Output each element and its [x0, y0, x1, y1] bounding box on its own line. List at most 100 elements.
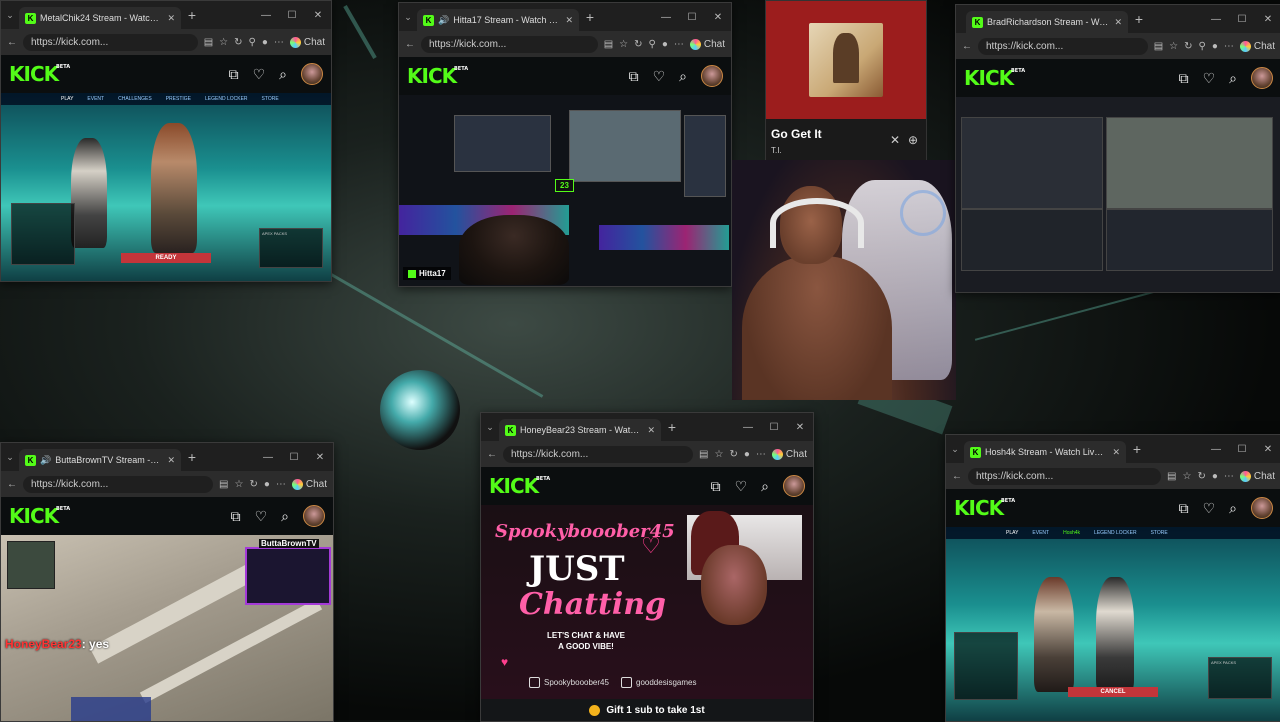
theater-icon[interactable]: ⧉: [1179, 70, 1189, 87]
pin-icon[interactable]: ⊕: [908, 133, 918, 147]
star-icon[interactable]: ☆: [1169, 41, 1178, 52]
chat-button[interactable]: Chat: [771, 448, 807, 460]
tab-search-icon[interactable]: ⌄: [481, 422, 499, 433]
search-icon[interactable]: ⌕: [281, 508, 289, 525]
minimize-button[interactable]: —: [253, 10, 279, 21]
back-icon[interactable]: ←: [487, 449, 497, 460]
star-icon[interactable]: ☆: [619, 39, 628, 50]
more-icon[interactable]: ⋯: [1224, 471, 1234, 482]
close-icon[interactable]: ✕: [167, 455, 175, 466]
more-icon[interactable]: ⋯: [1224, 41, 1234, 52]
theater-icon[interactable]: ⧉: [629, 68, 639, 85]
chat-button[interactable]: Chat: [291, 478, 327, 490]
profile-icon[interactable]: ●: [262, 37, 268, 48]
more-icon[interactable]: ⋯: [276, 479, 286, 490]
avatar[interactable]: [303, 505, 325, 527]
window-close-button[interactable]: ✕: [1255, 444, 1280, 455]
profile-icon[interactable]: ●: [1212, 471, 1218, 482]
search-icon[interactable]: ⌕: [1229, 70, 1237, 87]
extensions-icon[interactable]: ⚲: [649, 39, 656, 50]
cancel-button[interactable]: CANCEL: [1068, 687, 1158, 697]
refresh-icon[interactable]: ↻: [634, 39, 642, 50]
minimize-button[interactable]: —: [735, 422, 761, 433]
kick-logo[interactable]: KICK BETA: [407, 64, 468, 88]
speaker-icon[interactable]: 🔊: [438, 15, 449, 26]
browser-window-hosh4k[interactable]: ⌄ K Hosh4k Stream - Watch Live on Kick ✕…: [945, 434, 1280, 722]
back-icon[interactable]: ←: [7, 37, 17, 48]
reader-icon[interactable]: ▤: [604, 39, 613, 50]
reader-icon[interactable]: ▤: [1154, 41, 1163, 52]
more-icon[interactable]: ⋯: [756, 449, 766, 460]
star-icon[interactable]: ☆: [1182, 471, 1191, 482]
kick-logo[interactable]: KICK BETA: [9, 62, 70, 86]
new-tab-button[interactable]: +: [661, 419, 683, 435]
maximize-button[interactable]: ☐: [279, 10, 305, 21]
more-icon[interactable]: ⋯: [274, 37, 284, 48]
heart-icon[interactable]: ♡: [255, 508, 268, 525]
gift-sub-banner[interactable]: Gift 1 sub to take 1st: [481, 699, 813, 721]
profile-icon[interactable]: ●: [1212, 41, 1218, 52]
chat-button[interactable]: Chat: [1239, 470, 1275, 482]
back-icon[interactable]: ←: [405, 39, 415, 50]
maximize-button[interactable]: ☐: [281, 452, 307, 463]
stream-video[interactable]: Spookybooober45 ♡ JUST Chatting LET'S CH…: [481, 505, 813, 721]
social-link[interactable]: Spookybooober45: [529, 677, 609, 688]
minimize-button[interactable]: —: [1203, 444, 1229, 455]
ready-button[interactable]: READY: [121, 253, 211, 263]
more-icon[interactable]: ⋯: [674, 39, 684, 50]
chat-button[interactable]: Chat: [689, 38, 725, 50]
avatar[interactable]: [783, 475, 805, 497]
tab-honeybear23[interactable]: K HoneyBear23 Stream - Watch Live on Kic…: [499, 419, 661, 441]
search-icon[interactable]: ⌕: [679, 68, 687, 85]
tab-search-icon[interactable]: ⌄: [1, 10, 19, 21]
refresh-icon[interactable]: ↻: [1184, 41, 1192, 52]
maximize-button[interactable]: ☐: [1229, 444, 1255, 455]
chat-button[interactable]: Chat: [1239, 40, 1275, 52]
reader-icon[interactable]: ▤: [219, 479, 228, 490]
window-close-button[interactable]: ✕: [1255, 14, 1280, 25]
browser-window-bradrichardson[interactable]: K BradRichardson Stream - Watch Live on …: [955, 4, 1280, 293]
search-icon[interactable]: ⌕: [279, 66, 287, 83]
theater-icon[interactable]: ⧉: [229, 66, 239, 83]
url-field[interactable]: https://kick.com...: [978, 37, 1148, 55]
theater-icon[interactable]: ⧉: [711, 478, 721, 495]
minimize-button[interactable]: —: [653, 12, 679, 23]
browser-window-buttabrowntv[interactable]: ⌄ K 🔊 ButtaBrownTV Stream - Watch Live o…: [0, 442, 334, 722]
profile-icon[interactable]: ●: [744, 449, 750, 460]
avatar[interactable]: [701, 65, 723, 87]
avatar[interactable]: [1251, 67, 1273, 89]
maximize-button[interactable]: ☐: [679, 12, 705, 23]
star-icon[interactable]: ☆: [714, 449, 723, 460]
star-icon[interactable]: ☆: [234, 479, 243, 490]
kick-logo[interactable]: KICK BETA: [954, 496, 1015, 520]
stream-video[interactable]: 23 Hitta17: [399, 95, 731, 286]
extensions-icon[interactable]: ⚲: [249, 37, 256, 48]
star-icon[interactable]: ☆: [219, 37, 228, 48]
heart-icon[interactable]: ♡: [253, 66, 266, 83]
reader-icon[interactable]: ▤: [1167, 471, 1176, 482]
stream-video[interactable]: ButtaBrownTV HoneyBear23: yes: [1, 535, 333, 721]
tab-metalchik24[interactable]: K MetalChik24 Stream - Watch Live on Kic…: [19, 7, 181, 29]
browser-window-metalchik24[interactable]: ⌄ K MetalChik24 Stream - Watch Live on K…: [0, 0, 332, 282]
heart-icon[interactable]: ♡: [1203, 500, 1216, 517]
extensions-icon[interactable]: ⚲: [1199, 41, 1206, 52]
avatar[interactable]: [1251, 497, 1273, 519]
speaker-icon[interactable]: 🔊: [40, 455, 51, 466]
browser-window-hitta17[interactable]: ⌄ K 🔊 Hitta17 Stream - Watch Live on Kic…: [398, 2, 732, 287]
stream-video[interactable]: PLAY EVENT CHALLENGES PRESTIGE LEGEND LO…: [1, 93, 331, 281]
back-icon[interactable]: ←: [7, 479, 17, 490]
close-icon[interactable]: ✕: [890, 133, 900, 147]
maximize-button[interactable]: ☐: [761, 422, 787, 433]
url-field[interactable]: https://kick.com...: [421, 35, 598, 53]
reader-icon[interactable]: ▤: [204, 37, 213, 48]
minimize-button[interactable]: —: [255, 452, 281, 463]
kick-logo[interactable]: KICK BETA: [9, 504, 70, 528]
tab-hosh4k[interactable]: K Hosh4k Stream - Watch Live on Kick ✕: [964, 441, 1126, 463]
window-close-button[interactable]: ✕: [705, 12, 731, 23]
close-icon[interactable]: ✕: [1114, 17, 1122, 28]
chat-button[interactable]: Chat: [289, 36, 325, 48]
kick-logo[interactable]: KICK BETA: [964, 66, 1025, 90]
close-icon[interactable]: ✕: [647, 425, 655, 436]
refresh-icon[interactable]: ↻: [249, 479, 257, 490]
new-tab-button[interactable]: +: [181, 7, 203, 23]
